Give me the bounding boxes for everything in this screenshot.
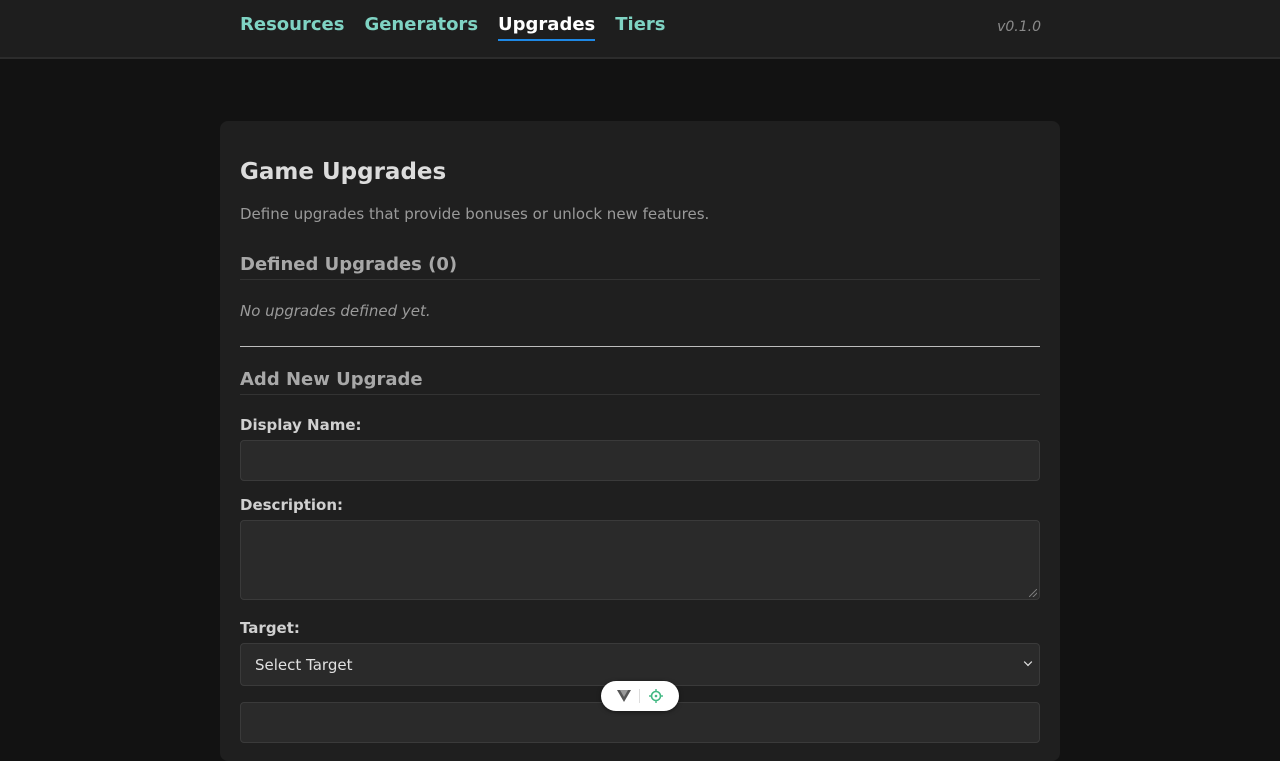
- resize-handle-icon[interactable]: [1029, 589, 1037, 597]
- target-label: Target:: [240, 619, 300, 637]
- page-description: Define upgrades that provide bonuses or …: [240, 205, 710, 223]
- chevron-down-icon: [1023, 657, 1033, 667]
- vue-logo-icon[interactable]: [617, 690, 632, 702]
- add-upgrade-heading: Add New Upgrade: [240, 369, 1040, 395]
- devtools-toggle[interactable]: [601, 681, 679, 711]
- display-name-label: Display Name:: [240, 416, 362, 434]
- description-textarea[interactable]: [240, 520, 1040, 600]
- main-nav: Resources Generators Upgrades Tiers: [240, 13, 666, 41]
- page-title: Game Upgrades: [240, 159, 447, 185]
- upgrades-panel: Game Upgrades Define upgrades that provi…: [220, 121, 1060, 761]
- section-divider: [240, 346, 1040, 347]
- defined-upgrades-heading: Defined Upgrades (0): [240, 254, 1040, 280]
- empty-upgrades-message: No upgrades defined yet.: [240, 302, 431, 320]
- devtools-separator: [639, 689, 641, 703]
- tab-generators[interactable]: Generators: [364, 13, 478, 41]
- top-navbar: Resources Generators Upgrades Tiers v0.1…: [0, 0, 1280, 59]
- target-icon[interactable]: [648, 689, 663, 703]
- version-label: v0.1.0: [997, 19, 1041, 35]
- tab-resources[interactable]: Resources: [240, 13, 344, 41]
- tab-upgrades[interactable]: Upgrades: [498, 13, 596, 41]
- tab-tiers[interactable]: Tiers: [615, 13, 665, 41]
- target-select[interactable]: Select Target: [240, 643, 1040, 686]
- display-name-input[interactable]: [240, 440, 1040, 481]
- description-label: Description:: [240, 496, 344, 514]
- target-selected-value: Select Target: [255, 655, 353, 674]
